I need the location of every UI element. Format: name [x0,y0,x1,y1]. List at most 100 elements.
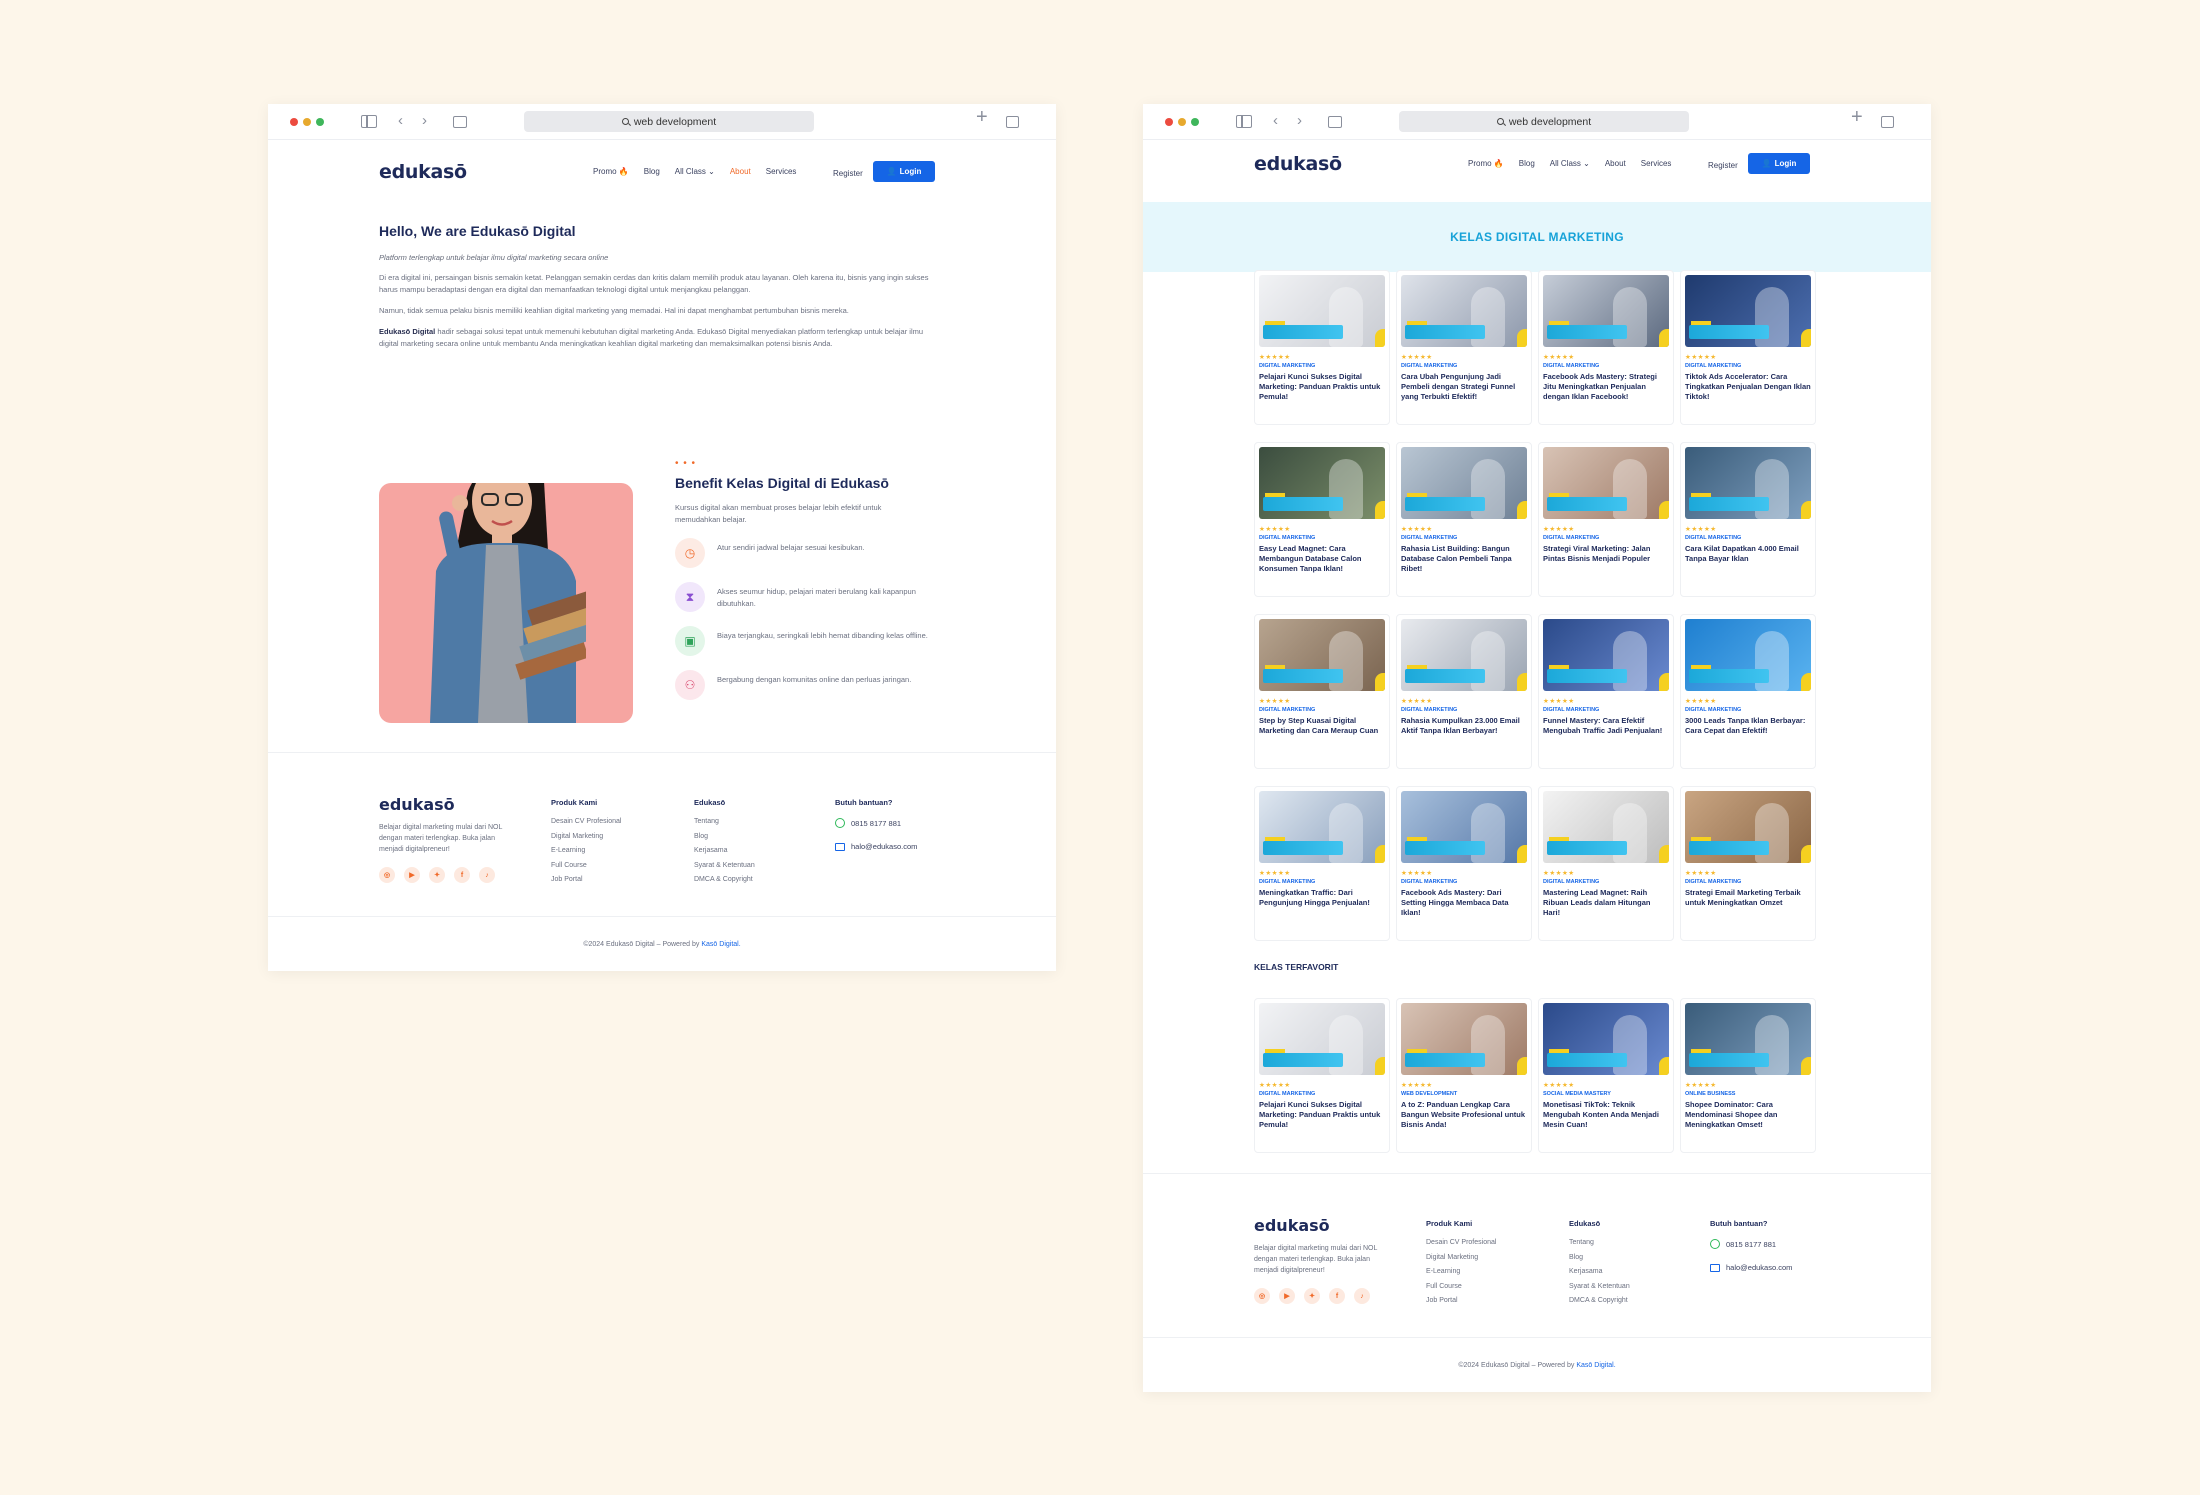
course-thumbnail[interactable] [1543,447,1669,519]
powered-by-link[interactable]: Kasō Digital. [701,941,740,948]
email-contact[interactable]: halo@edukaso.com [1710,1263,1792,1272]
nav-item-promo[interactable]: Promo 🔥 [593,167,629,176]
footer-link[interactable]: Tentang [1569,1239,1630,1246]
course-thumbnail[interactable] [1259,791,1385,863]
footer-link[interactable]: Syarat & Ketentuan [694,862,755,869]
course-title[interactable]: Step by Step Kuasai Digital Marketing da… [1259,716,1385,736]
course-card[interactable]: ★★★★★ ONLINE BUSINESS Shopee Dominator: Ca… [1680,998,1816,1153]
course-title[interactable]: Facebook Ads Mastery: Dari Setting Hingg… [1401,888,1527,918]
site-logo[interactable]: edukasō [1254,153,1342,175]
tab-overview-icon[interactable] [453,116,467,128]
course-title[interactable]: Cara Kilat Dapatkan 4.000 Email Tanpa Ba… [1685,544,1811,564]
minimize-window-button[interactable] [1178,118,1186,126]
course-card[interactable]: ★★★★★ DIGITAL MARKETING Easy Lead Magnet: … [1254,442,1390,597]
footer-link[interactable]: Full Course [551,862,621,869]
course-card[interactable]: ★★★★★ DIGITAL MARKETING Cara Kilat Dapatka… [1680,442,1816,597]
course-title[interactable]: Funnel Mastery: Cara Efektif Mengubah Tr… [1543,716,1669,736]
course-title[interactable]: Pelajari Kunci Sukses Digital Marketing:… [1259,372,1385,402]
course-title[interactable]: Easy Lead Magnet: Cara Membangun Databas… [1259,544,1385,574]
course-thumbnail[interactable] [1685,791,1811,863]
course-thumbnail[interactable] [1543,619,1669,691]
back-arrow-icon[interactable]: ‹ [1273,113,1278,129]
footer-link[interactable]: Desain CV Profesional [551,818,621,825]
register-link[interactable]: Register [1708,161,1738,170]
facebook-icon[interactable]: f [1329,1288,1345,1304]
footer-link[interactable]: DMCA & Copyright [1569,1297,1630,1304]
address-bar[interactable]: web development [1399,111,1689,132]
back-arrow-icon[interactable]: ‹ [398,113,403,129]
course-card[interactable]: ★★★★★ DIGITAL MARKETING Rahasia Kumpulkan … [1396,614,1532,769]
course-title[interactable]: Tiktok Ads Accelerator: Cara Tingkatkan … [1685,372,1811,402]
course-thumbnail[interactable] [1401,447,1527,519]
course-thumbnail[interactable] [1685,447,1811,519]
course-card[interactable]: ★★★★★ DIGITAL MARKETING Meningkatkan Traff… [1254,786,1390,941]
duplicate-tabs-icon[interactable] [1881,116,1894,128]
forward-arrow-icon[interactable]: › [422,113,427,129]
course-card[interactable]: ★★★★★ DIGITAL MARKETING Pelajari Kunci Suk… [1254,270,1390,425]
sidebar-toggle-icon[interactable] [361,115,377,128]
footer-link[interactable]: DMCA & Copyright [694,876,755,883]
instagram-icon[interactable]: ◎ [1254,1288,1270,1304]
course-title[interactable]: 3000 Leads Tanpa Iklan Berbayar: Cara Ce… [1685,716,1811,736]
course-card[interactable]: ★★★★★ DIGITAL MARKETING Strategi Email Mar… [1680,786,1816,941]
course-thumbnail[interactable] [1259,1003,1385,1075]
footer-logo[interactable]: edukasō [1254,1216,1384,1235]
footer-link[interactable]: Kerjasama [694,847,755,854]
course-thumbnail[interactable] [1685,275,1811,347]
register-link[interactable]: Register [833,169,863,178]
nav-item-blog[interactable]: Blog [1519,159,1535,168]
address-bar[interactable]: web development [524,111,814,132]
minimize-window-button[interactable] [303,118,311,126]
new-tab-icon[interactable]: + [976,107,988,127]
footer-logo[interactable]: edukasō [379,795,509,814]
login-button[interactable]: 👤 Login [1748,153,1810,174]
nav-item-services[interactable]: Services [766,167,797,176]
nav-item-about[interactable]: About [1605,159,1626,168]
course-title[interactable]: Monetisasi TikTok: Teknik Mengubah Konte… [1543,1100,1669,1130]
nav-item-all-class[interactable]: All Class ⌄ [675,167,715,176]
course-card[interactable]: ★★★★★ DIGITAL MARKETING Rahasia List Build… [1396,442,1532,597]
course-title[interactable]: A to Z: Panduan Lengkap Cara Bangun Webs… [1401,1100,1527,1130]
footer-link[interactable]: Tentang [694,818,755,825]
course-title[interactable]: Pelajari Kunci Sukses Digital Marketing:… [1259,1100,1385,1130]
phone-contact[interactable]: 0815 8177 881 [835,818,917,828]
footer-link[interactable]: Syarat & Ketentuan [1569,1283,1630,1290]
twitter-icon[interactable]: ✦ [429,867,445,883]
close-window-button[interactable] [290,118,298,126]
course-thumbnail[interactable] [1259,619,1385,691]
footer-link[interactable]: Desain CV Profesional [1426,1239,1496,1246]
course-thumbnail[interactable] [1543,1003,1669,1075]
nav-item-about[interactable]: About [730,167,751,176]
course-card[interactable]: ★★★★★ DIGITAL MARKETING Step by Step Kuasa… [1254,614,1390,769]
course-card[interactable]: ★★★★★ DIGITAL MARKETING Cara Ubah Pengunju… [1396,270,1532,425]
course-title[interactable]: Mastering Lead Magnet: Raih Ribuan Leads… [1543,888,1669,918]
youtube-icon[interactable]: ▶ [404,867,420,883]
course-card[interactable]: ★★★★★ WEB DEVELOPMENT A to Z: Panduan Leng… [1396,998,1532,1153]
course-card[interactable]: ★★★★★ DIGITAL MARKETING Mastering Lead Mag… [1538,786,1674,941]
maximize-window-button[interactable] [1191,118,1199,126]
course-card[interactable]: ★★★★★ DIGITAL MARKETING Funnel Mastery: Ca… [1538,614,1674,769]
course-thumbnail[interactable] [1259,447,1385,519]
forward-arrow-icon[interactable]: › [1297,113,1302,129]
new-tab-icon[interactable]: + [1851,107,1863,127]
footer-link[interactable]: Job Portal [1426,1297,1496,1304]
site-logo[interactable]: edukasō [379,161,467,183]
course-card[interactable]: ★★★★★ DIGITAL MARKETING Facebook Ads Maste… [1538,270,1674,425]
nav-item-promo[interactable]: Promo 🔥 [1468,159,1504,168]
footer-link[interactable]: Job Portal [551,876,621,883]
course-title[interactable]: Strategi Viral Marketing: Jalan Pintas B… [1543,544,1669,564]
course-card[interactable]: ★★★★★ DIGITAL MARKETING Facebook Ads Maste… [1396,786,1532,941]
course-title[interactable]: Meningkatkan Traffic: Dari Pengunjung Hi… [1259,888,1385,908]
duplicate-tabs-icon[interactable] [1006,116,1019,128]
close-window-button[interactable] [1165,118,1173,126]
course-card[interactable]: ★★★★★ DIGITAL MARKETING 3000 Leads Tanpa I… [1680,614,1816,769]
powered-by-link[interactable]: Kasō Digital. [1576,1362,1615,1369]
login-button[interactable]: 👤 Login [873,161,935,182]
course-title[interactable]: Facebook Ads Mastery: Strategi Jitu Meni… [1543,372,1669,402]
course-thumbnail[interactable] [1543,791,1669,863]
sidebar-toggle-icon[interactable] [1236,115,1252,128]
course-title[interactable]: Rahasia Kumpulkan 23.000 Email Aktif Tan… [1401,716,1527,736]
tiktok-icon[interactable]: ♪ [1354,1288,1370,1304]
course-thumbnail[interactable] [1401,619,1527,691]
footer-link[interactable]: Blog [1569,1254,1630,1261]
